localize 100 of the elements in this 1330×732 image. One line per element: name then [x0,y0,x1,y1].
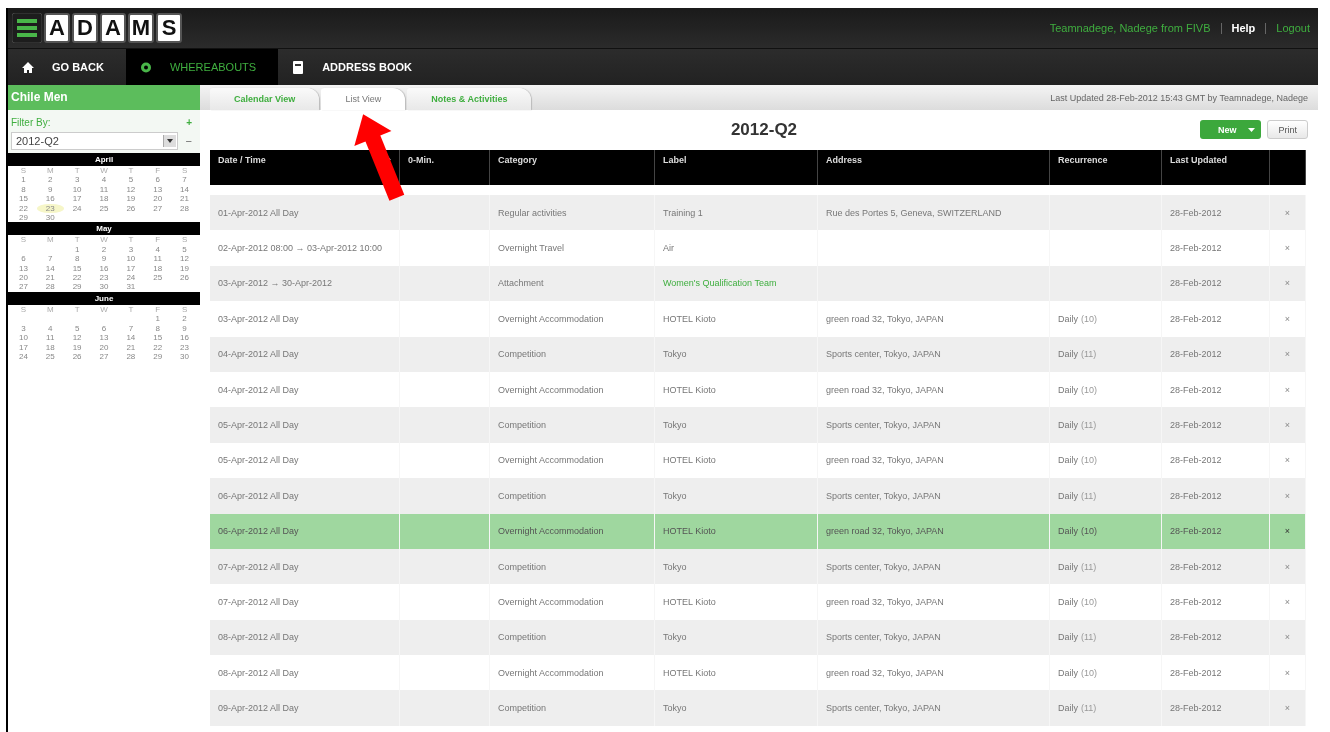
calendar-day[interactable]: 1 [144,314,172,324]
calendar-day[interactable]: 14 [171,184,198,195]
label-link[interactable]: Women's Qualification Team [663,278,777,289]
calendar-day[interactable]: 31 [117,282,145,292]
calendar-day[interactable]: 4 [90,175,118,185]
calendar-day[interactable]: 3 [117,244,145,255]
calendar-day[interactable]: 2 [36,175,64,185]
calendar-day[interactable]: 5 [63,323,91,334]
calendar-day[interactable]: 6 [90,323,118,334]
calendar-day[interactable]: 8 [144,323,172,334]
table-row[interactable]: 07-Apr-2012 All Day Competition Tokyo Sports center, Tokyo, JAPAN Daily (11) 28-Feb-2012 × [210,548,1306,585]
calendar-day[interactable]: 13 [90,333,118,343]
table-row[interactable]: 01-Apr-2012 All Day Regular activities Training 1 Rue des Portes 5, Geneva, SWITZERLAND 28-Feb-2012 × [210,195,1306,231]
delete-button[interactable]: × [1284,597,1291,607]
calendar-day[interactable]: 18 [90,194,118,204]
calendar-day[interactable]: 19 [171,263,198,274]
calendar-day[interactable]: 28 [36,282,64,292]
table-row[interactable]: 09-Apr-2012 All Day Competition Tokyo Sports center, Tokyo, JAPAN Daily (11) 28-Feb-2012 × [210,690,1306,726]
calendar-day[interactable]: 7 [171,175,198,185]
calendar-day[interactable]: 19 [117,194,145,204]
column-header[interactable]: Label [663,155,687,165]
calendar-day[interactable]: 18 [36,342,64,352]
calendar-day[interactable]: 29 [10,213,37,223]
table-row[interactable]: 04-Apr-2012 All Day Competition Tokyo Sports center, Tokyo, JAPAN Daily (11) 28-Feb-2012 × [210,336,1306,372]
calendar-day[interactable]: 10 [117,254,145,264]
column-header[interactable]: 0-Min. [408,155,434,165]
calendar-day[interactable]: 26 [117,203,145,214]
table-row[interactable]: 05-Apr-2012 All Day Competition Tokyo Sports center, Tokyo, JAPAN Daily (11) 28-Feb-2012 × [210,407,1306,443]
calendar-day[interactable]: 10 [63,184,91,195]
calendar-day[interactable]: 2 [171,314,198,324]
calendar-day[interactable]: 18 [144,263,172,274]
calendar-day[interactable]: 28 [117,351,145,362]
calendar-day[interactable]: 30 [171,351,198,362]
calendar-day[interactable]: 23 [36,203,64,214]
calendar-day[interactable]: 9 [171,323,198,334]
calendar-day[interactable]: 17 [63,194,91,204]
calendar-day[interactable]: 17 [10,342,37,352]
calendar-day[interactable]: 3 [63,175,91,185]
column-header[interactable]: Category [498,155,537,165]
calendar-day[interactable]: 21 [171,194,198,204]
calendar-day[interactable]: 29 [144,351,172,362]
calendar-day[interactable]: 27 [10,282,37,292]
calendar-day[interactable]: 19 [63,342,91,352]
calendar-day[interactable]: 6 [10,254,37,264]
calendar-day[interactable]: 6 [144,175,172,185]
calendar-day[interactable]: 9 [90,254,118,264]
delete-button[interactable]: × [1284,207,1291,218]
calendar-day[interactable]: 15 [63,263,91,274]
calendar-day[interactable]: 26 [171,273,198,283]
column-header[interactable]: Last Updated [1170,155,1227,165]
calendar-day[interactable]: 5 [171,244,198,255]
calendar-day[interactable]: 11 [144,254,172,264]
calendar-day[interactable]: 29 [63,282,91,292]
calendar-day[interactable]: 27 [144,203,172,214]
print-button[interactable]: Print [1267,120,1308,139]
calendar-day[interactable]: 7 [36,254,64,264]
calendar-day[interactable]: 22 [63,273,91,283]
calendar-day[interactable]: 4 [144,244,172,255]
calendar-day[interactable]: 24 [117,273,145,283]
calendar-day[interactable]: 30 [90,282,118,292]
calendar-day[interactable]: 11 [90,184,118,195]
calendar-day[interactable]: 3 [10,323,37,334]
calendar-day[interactable]: 25 [36,351,64,362]
calendar-day[interactable]: 1 [10,175,37,185]
calendar-day[interactable]: 9 [36,184,64,195]
add-filter-button[interactable]: + [186,117,192,128]
calendar-day[interactable]: 8 [10,184,37,195]
view-tab[interactable]: Calendar View [210,88,320,110]
view-tab[interactable]: Notes & Activities [407,88,532,110]
delete-button[interactable]: × [1284,667,1291,678]
calendar-day[interactable]: 16 [36,194,64,204]
delete-button[interactable]: × [1284,384,1291,395]
nav-tab[interactable]: ADDRESS BOOK [278,49,434,85]
delete-button[interactable]: × [1284,703,1291,714]
delete-button[interactable]: × [1284,349,1291,360]
calendar-day[interactable]: 15 [10,194,37,204]
calendar-day[interactable]: 28 [171,203,198,214]
delete-button[interactable]: × [1284,561,1291,572]
calendar-day[interactable]: 20 [10,273,37,283]
period-select[interactable]: 2012-Q2 [11,132,178,150]
calendar-day[interactable]: 8 [63,254,91,264]
calendar-day[interactable]: 15 [144,333,172,343]
calendar-day[interactable]: 20 [90,342,118,352]
calendar-day[interactable]: 26 [63,351,91,362]
calendar-day[interactable]: 25 [90,203,118,214]
calendar-day[interactable]: 27 [90,351,118,362]
delete-button[interactable]: × [1284,490,1291,501]
delete-button[interactable]: × [1284,243,1291,254]
calendar-day[interactable]: 11 [36,333,64,343]
calendar-day[interactable]: 22 [144,342,172,352]
calendar-day[interactable]: 22 [10,203,37,214]
help-link[interactable]: Help [1231,22,1256,34]
table-row[interactable]: 08-Apr-2012 All Day Competition Tokyo Sports center, Tokyo, JAPAN Daily (11) 28-Feb-2012 × [210,619,1306,656]
calendar-day[interactable]: 7 [117,323,145,334]
calendar-day[interactable]: 25 [144,273,172,283]
calendar-day[interactable]: 17 [117,263,145,274]
calendar-day[interactable]: 24 [10,351,37,362]
calendar-day[interactable]: 5 [117,175,145,185]
delete-button[interactable]: × [1284,526,1291,537]
delete-button[interactable]: × [1284,455,1291,466]
